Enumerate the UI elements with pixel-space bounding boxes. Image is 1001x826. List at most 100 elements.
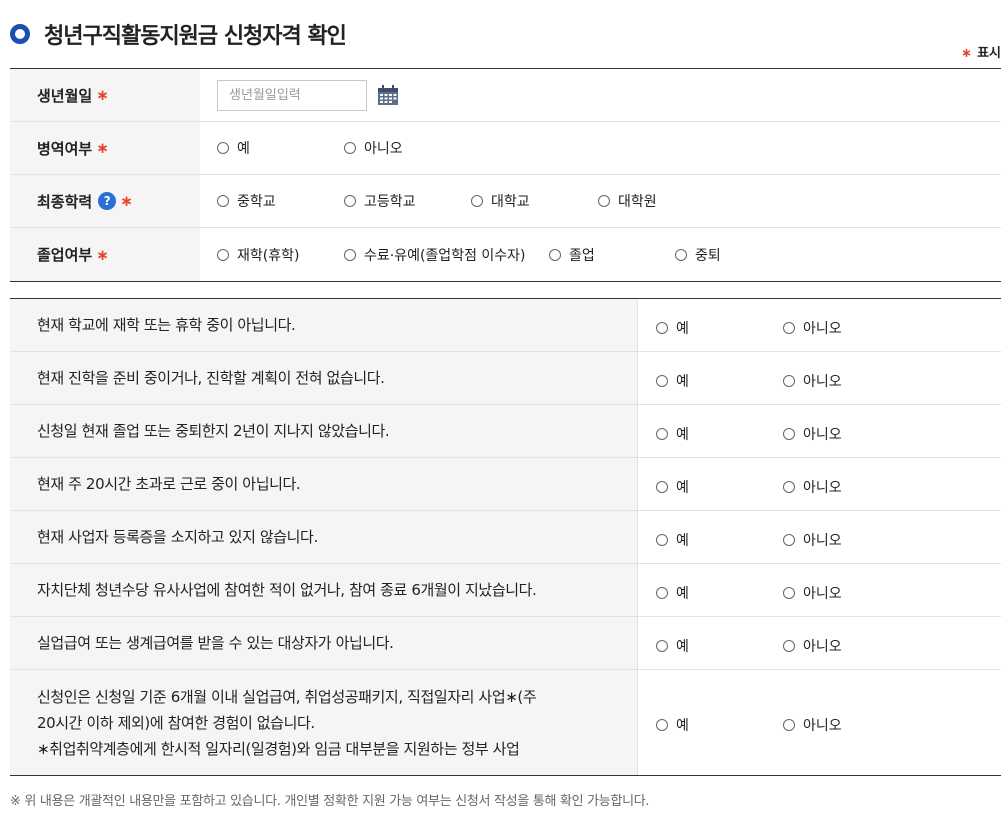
question-row: 현재 진학을 준비 중이거나, 진학할 계획이 전혀 없습니다. 예 아니오 [10, 352, 1001, 405]
question-no-radio[interactable]: 아니오 [783, 371, 842, 391]
radio-circle-icon [783, 322, 795, 334]
question-no-radio[interactable]: 아니오 [783, 318, 842, 338]
radio-circle-icon [656, 375, 668, 387]
radio-circle-icon [344, 248, 356, 261]
required-legend: ∗ 표시 [961, 42, 1001, 61]
education-college-radio[interactable]: 대학교 [471, 191, 530, 211]
question-no-radio[interactable]: 아니오 [783, 424, 842, 444]
question-options: 예 아니오 [638, 299, 1001, 351]
question-yes-radio[interactable]: 예 [656, 371, 689, 391]
question-options: 예 아니오 [638, 617, 1001, 669]
question-row: 실업급여 또는 생계급여를 받을 수 있는 대상자가 아닙니다. 예 아니오 [10, 617, 1001, 670]
question-yes-radio[interactable]: 예 [656, 477, 689, 497]
military-no-radio[interactable]: 아니오 [344, 138, 403, 158]
required-star-icon: ∗ [120, 192, 133, 210]
radio-circle-icon [783, 719, 795, 731]
question-text: 실업급여 또는 생계급여를 받을 수 있는 대상자가 아닙니다. [10, 617, 638, 669]
graduation-value: 재학(휴학) 수료·유예(졸업학점 이수자) 졸업 중퇴 [200, 228, 1001, 281]
question-options: 예 아니오 [638, 564, 1001, 616]
radio-label: 아니오 [803, 374, 842, 390]
question-no-radio[interactable]: 아니오 [783, 636, 842, 656]
help-icon[interactable]: ? [98, 192, 117, 210]
question-text: 현재 주 20시간 초과로 근로 중이 아닙니다. [10, 458, 638, 510]
education-label-text: 최종학력 [37, 192, 93, 211]
radio-label: 예 [676, 639, 689, 655]
question-no-radio[interactable]: 아니오 [783, 715, 842, 735]
question-yes-radio[interactable]: 예 [656, 318, 689, 338]
question-yes-radio[interactable]: 예 [656, 424, 689, 444]
military-label-text: 병역여부 [37, 139, 93, 158]
question-yes-radio[interactable]: 예 [656, 636, 689, 656]
question-yes-radio[interactable]: 예 [656, 715, 689, 735]
radio-circle-icon [217, 142, 229, 154]
radio-circle-icon [549, 248, 561, 261]
graduation-graduated-radio[interactable]: 졸업 [549, 245, 595, 265]
radio-label: 아니오 [803, 480, 842, 496]
military-value: 예 아니오 [200, 122, 1001, 174]
form-row-military: 병역여부 ∗ 예 아니오 [10, 122, 1001, 175]
education-label: 최종학력? ∗ [10, 175, 200, 227]
question-row: 신청일 현재 졸업 또는 중퇴한지 2년이 지나지 않았습니다. 예 아니오 [10, 405, 1001, 458]
question-no-radio[interactable]: 아니오 [783, 477, 842, 497]
question-no-radio[interactable]: 아니오 [783, 583, 842, 603]
question-text: 신청일 현재 졸업 또는 중퇴한지 2년이 지나지 않았습니다. [10, 405, 638, 457]
radio-label: 고등학교 [364, 194, 416, 210]
question-yes-radio[interactable]: 예 [656, 530, 689, 550]
radio-label: 예 [676, 374, 689, 390]
form-row-graduation: 졸업여부 ∗ 재학(휴학) 수료·유예(졸업학점 이수자) 졸업 중퇴 [10, 228, 1001, 281]
radio-circle-icon [783, 534, 795, 546]
form-row-birth: 생년월일 ∗ [10, 69, 1001, 122]
radio-label: 예 [676, 427, 689, 443]
question-line: 20시간 이하 제외)에 참여한 경험이 없습니다. [37, 713, 315, 732]
radio-circle-icon [656, 719, 668, 731]
question-options: 예 아니오 [638, 405, 1001, 457]
graduation-dropout-radio[interactable]: 중퇴 [675, 245, 721, 265]
graduation-completed-radio[interactable]: 수료·유예(졸업학점 이수자) [344, 245, 526, 265]
radio-label: 예 [676, 533, 689, 549]
question-note: ∗취업취약계층에게 한시적 일자리(일경험)와 임금 대부분을 지원하는 정부 … [37, 739, 520, 758]
radio-circle-icon [217, 248, 229, 261]
question-no-radio[interactable]: 아니오 [783, 530, 842, 550]
education-high-radio[interactable]: 고등학교 [344, 191, 416, 211]
question-line: 신청인은 신청일 기준 6개월 이내 실업급여, 취업성공패키지, 직접일자리 … [37, 687, 537, 706]
radio-label: 졸업 [569, 247, 595, 264]
radio-label: 아니오 [803, 639, 842, 655]
radio-label: 수료·유예(졸업학점 이수자) [364, 247, 526, 264]
radio-label: 아니오 [803, 533, 842, 549]
question-options: 예 아니오 [638, 511, 1001, 563]
birth-label-text: 생년월일 [37, 86, 93, 105]
education-value: 중학교 고등학교 대학교 대학원 [200, 175, 1001, 227]
eligibility-questions: 현재 학교에 재학 또는 휴학 중이 아닙니다. 예 아니오 현재 진학을 준비… [10, 298, 1001, 776]
question-text: 현재 사업자 등록증을 소지하고 있지 않습니다. [10, 511, 638, 563]
radio-label: 재학(휴학) [237, 247, 300, 264]
radio-label: 예 [676, 586, 689, 602]
radio-circle-icon [656, 534, 668, 546]
radio-circle-icon [656, 322, 668, 334]
radio-circle-icon [598, 195, 610, 207]
radio-label: 예 [676, 321, 689, 337]
question-text: 자치단체 청년수당 유사사업에 참여한 적이 없거나, 참여 종료 6개월이 지… [10, 564, 638, 616]
question-text: 현재 진학을 준비 중이거나, 진학할 계획이 전혀 없습니다. [10, 352, 638, 404]
education-graduate-radio[interactable]: 대학원 [598, 191, 657, 211]
required-star-icon: ∗ [96, 245, 109, 264]
radio-label: 대학교 [491, 194, 530, 210]
question-yes-radio[interactable]: 예 [656, 583, 689, 603]
radio-circle-icon [783, 587, 795, 599]
radio-label: 아니오 [803, 586, 842, 602]
question-row: 신청인은 신청일 기준 6개월 이내 실업급여, 취업성공패키지, 직접일자리 … [10, 670, 1001, 775]
question-row: 현재 학교에 재학 또는 휴학 중이 아닙니다. 예 아니오 [10, 299, 1001, 352]
graduation-enrolled-radio[interactable]: 재학(휴학) [217, 245, 299, 265]
required-star-icon: ∗ [96, 86, 109, 104]
required-star-icon: ∗ [961, 46, 973, 61]
birth-date-input[interactable] [217, 79, 367, 111]
graduation-label-text: 졸업여부 [37, 246, 93, 264]
required-star-icon: ∗ [96, 139, 109, 157]
calendar-icon[interactable] [377, 84, 399, 106]
radio-circle-icon [783, 481, 795, 493]
question-row: 현재 주 20시간 초과로 근로 중이 아닙니다. 예 아니오 [10, 458, 1001, 511]
military-yes-radio[interactable]: 예 [217, 138, 250, 158]
education-middle-radio[interactable]: 중학교 [217, 191, 276, 211]
disclaimer-note: ※ 위 내용은 개괄적인 내용만을 포함하고 있습니다. 개인별 정확한 지원 … [10, 794, 650, 809]
eligibility-form: 생년월일∗ 병역여부∗ 예 아니오 [10, 68, 1001, 282]
radio-label: 예 [676, 718, 689, 734]
